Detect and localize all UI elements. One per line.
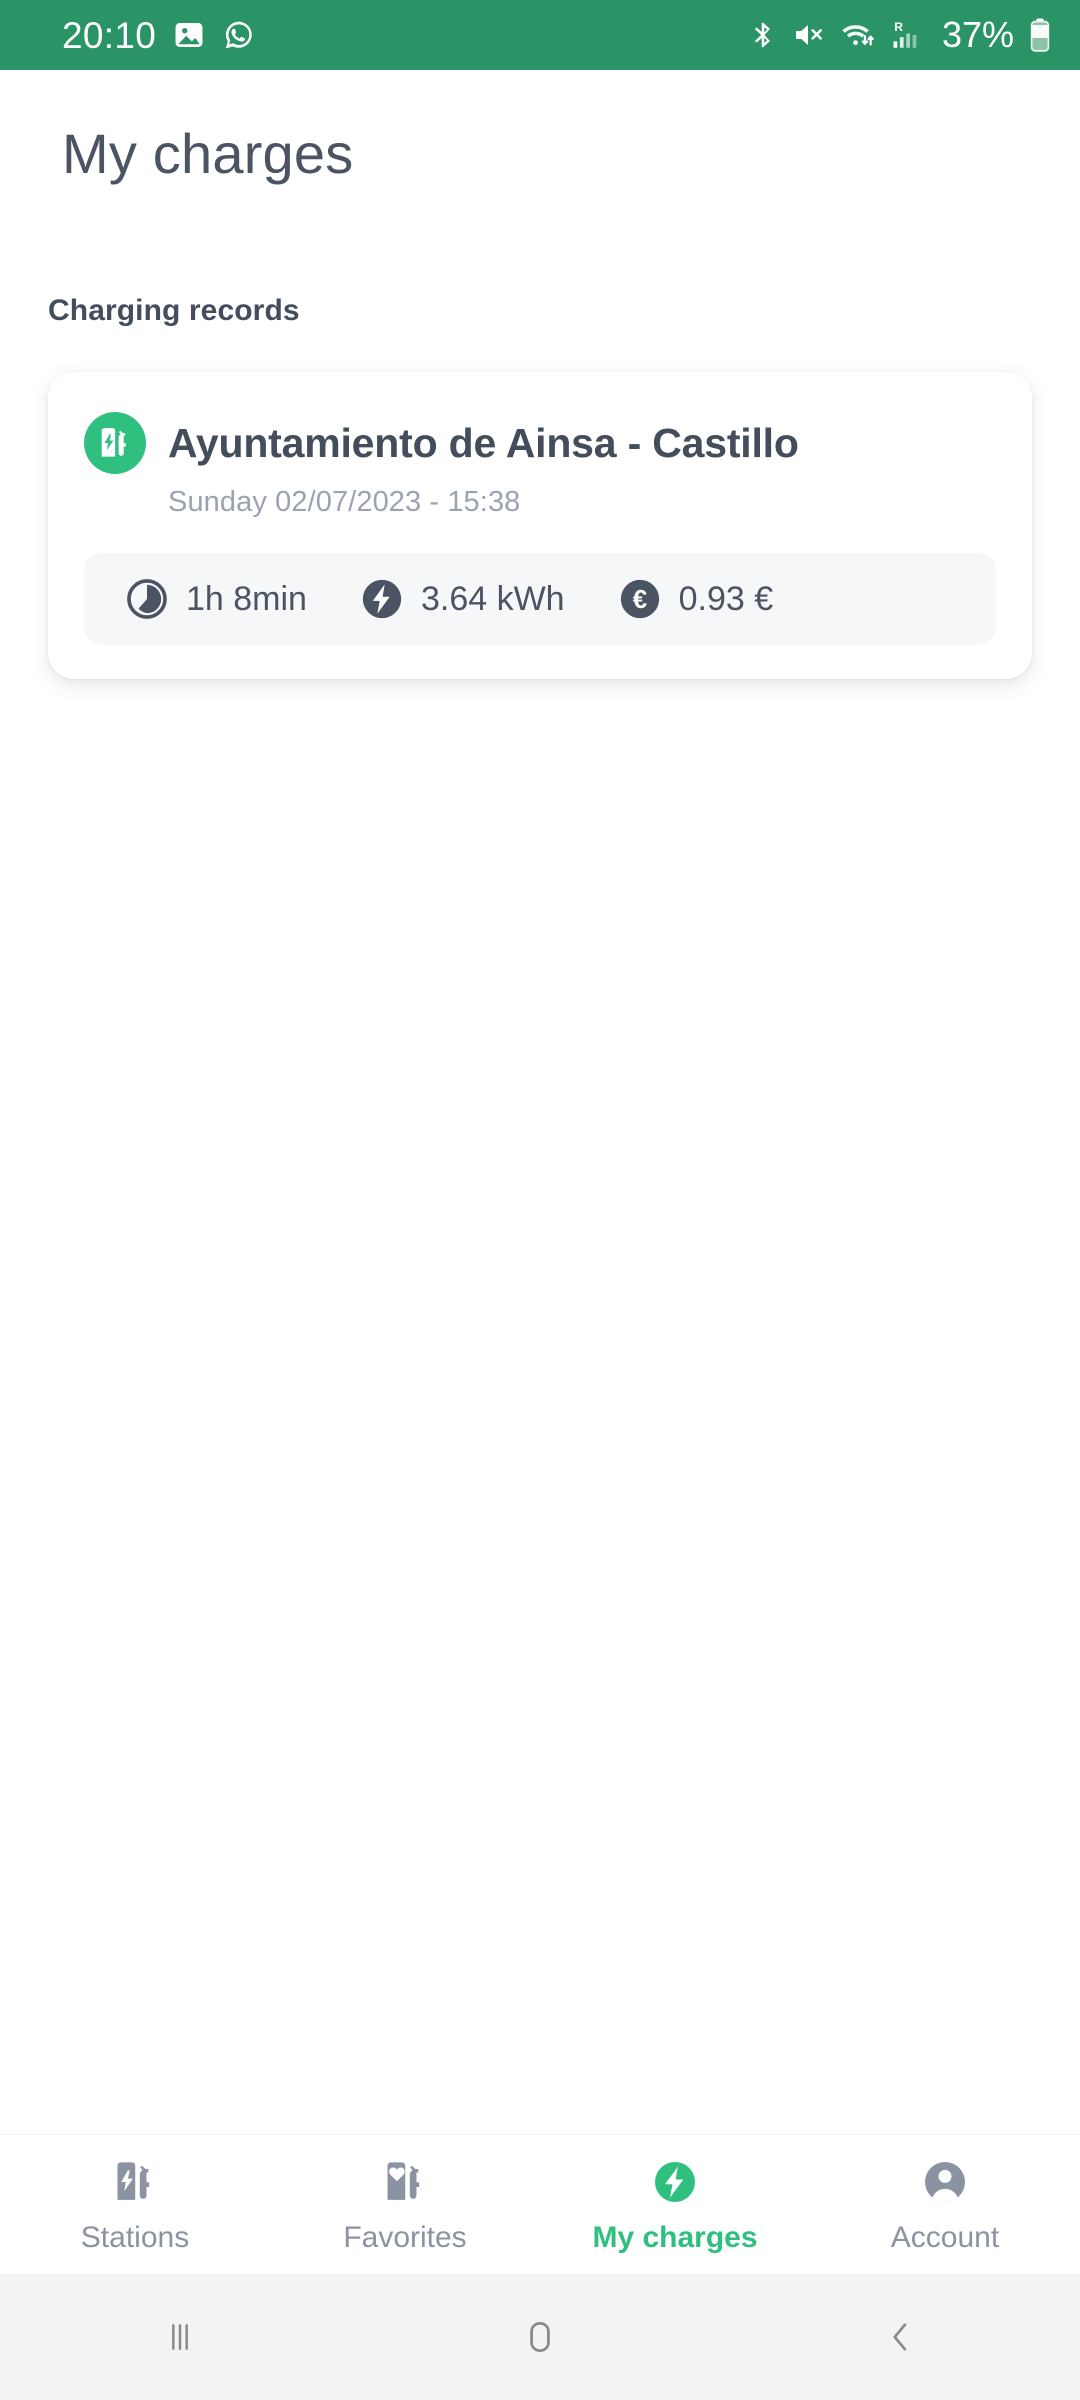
ev-charging-station-icon <box>84 412 146 475</box>
heart-nozzle-icon <box>380 2155 430 2209</box>
wifi-icon <box>842 25 874 46</box>
home-button[interactable] <box>360 2315 720 2359</box>
battery-icon <box>1030 18 1050 52</box>
svg-text:R: R <box>894 20 903 34</box>
person-icon <box>920 2155 970 2209</box>
tab-account[interactable]: Account <box>810 2155 1080 2255</box>
tab-my-charges[interactable]: My charges <box>540 2155 810 2255</box>
charge-stats-row: 1h 8min 3.64 kWh € 0.93 € <box>84 553 996 646</box>
charge-date: Sunday 02/07/2023 - 15:38 <box>168 486 521 519</box>
back-icon <box>893 2323 907 2351</box>
station-name: Ayuntamiento de Ainsa - Castillo <box>168 419 799 466</box>
ev-charging-station-icon <box>110 2155 160 2209</box>
recents-button[interactable] <box>0 2317 360 2357</box>
svg-text:€: € <box>632 587 646 615</box>
stat-cost: € 0.93 € <box>617 576 774 622</box>
stat-energy-value: 3.64 kWh <box>420 579 565 618</box>
tab-favorites[interactable]: Favorites <box>270 2155 540 2255</box>
tab-my-charges-label: My charges <box>592 2220 758 2254</box>
clock-icon <box>127 579 167 620</box>
lightning-bolt-icon <box>362 580 402 619</box>
tab-account-label: Account <box>890 2220 1000 2254</box>
phone-screen: 20:10 R 37% My charges Charging records … <box>0 0 1080 2400</box>
stat-energy: 3.64 kWh <box>359 576 565 622</box>
tab-stations[interactable]: Stations <box>0 2155 270 2255</box>
euro-icon: € <box>620 580 659 619</box>
status-bar-left: 20:10 <box>62 17 256 54</box>
home-icon <box>530 2322 550 2352</box>
page-title: My charges <box>62 122 354 185</box>
bottom-tab-bar: Stations Favorites My charges Account <box>0 2134 1080 2274</box>
stat-cost-value: 0.93 € <box>678 579 774 618</box>
gallery-icon <box>175 22 203 48</box>
recents-icon <box>172 2324 188 2350</box>
status-bar: 20:10 R 37% <box>0 0 1080 70</box>
charging-record-card[interactable]: Ayuntamiento de Ainsa - Castillo Sunday … <box>48 372 1032 680</box>
tab-stations-label: Stations <box>80 2220 190 2254</box>
status-bar-clock: 20:10 <box>62 14 157 56</box>
android-nav-bar <box>0 2274 1080 2400</box>
whatsapp-icon <box>225 21 252 49</box>
battery-percent-label: 37% <box>941 14 1014 55</box>
stat-duration-value: 1h 8min <box>186 579 307 618</box>
signal-roaming-icon: R <box>893 20 917 48</box>
section-label-charging-records: Charging records <box>48 294 300 328</box>
tab-favorites-label: Favorites <box>343 2220 467 2254</box>
status-bar-right: R 37% <box>748 17 1052 53</box>
mute-icon <box>795 25 822 45</box>
lightning-bolt-circle-icon <box>650 2155 700 2209</box>
back-button[interactable] <box>720 2316 1080 2358</box>
stat-duration: 1h 8min <box>124 576 307 622</box>
bluetooth-icon <box>754 22 770 48</box>
app-header: My charges <box>0 70 1080 186</box>
charging-record-header: Ayuntamiento de Ainsa - Castillo <box>84 412 996 475</box>
main-content: Charging records Ayuntamiento de Ainsa -… <box>0 186 1080 2134</box>
